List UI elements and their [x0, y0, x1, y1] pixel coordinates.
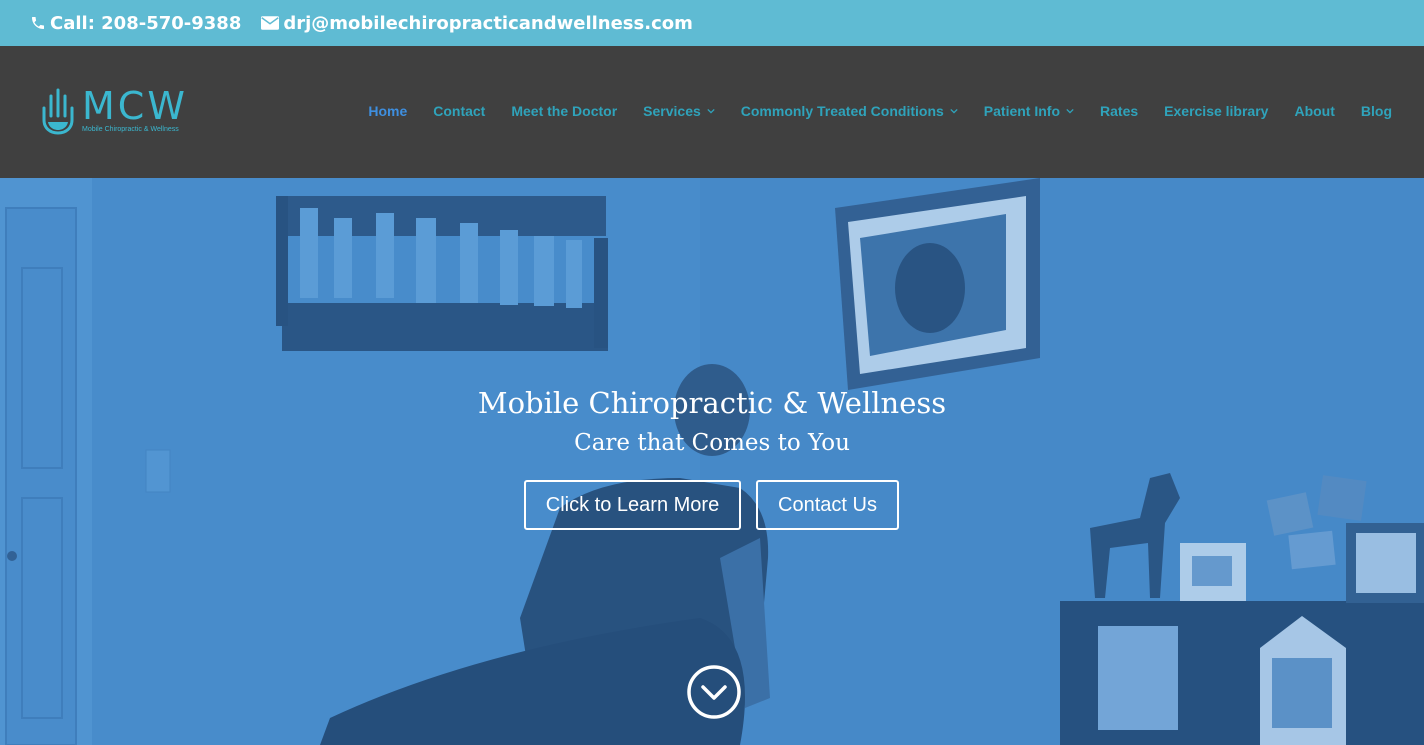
nav-home-label: Home	[368, 103, 408, 119]
nav-meet-the-doctor[interactable]: Meet the Doctor	[511, 103, 617, 119]
contact-us-button[interactable]: Contact Us	[756, 480, 899, 530]
nav-about[interactable]: About	[1294, 103, 1334, 119]
nav-rates-label: Rates	[1100, 103, 1139, 119]
logo-text: MCW Mobile Chiropractic & Wellness	[82, 86, 188, 133]
phone-link[interactable]: Call: 208-570-9388	[30, 13, 241, 34]
hero-subtitle: Care that Comes to You	[574, 430, 850, 456]
email-link[interactable]: drj@mobilechiropracticandwellness.com	[261, 13, 693, 34]
chevron-down-icon	[950, 108, 958, 114]
phone-text: Call: 208-570-9388	[50, 12, 242, 34]
logo-mark: MCW	[82, 84, 188, 128]
hero-background-image	[0, 178, 1424, 745]
nav-about-label: About	[1294, 103, 1335, 119]
nav-exercise-library-label: Exercise library	[1164, 103, 1269, 119]
site-header: MCW Mobile Chiropractic & Wellness Home …	[0, 46, 1424, 178]
nav-commonly-treated-conditions[interactable]: Commonly Treated Conditions	[741, 103, 958, 119]
nav-patient-info[interactable]: Patient Info	[984, 103, 1074, 119]
nav-exercise-library[interactable]: Exercise library	[1164, 103, 1268, 119]
hero-section: Mobile Chiropractic & Wellness Care that…	[0, 178, 1424, 745]
chevron-down-icon	[707, 108, 715, 114]
site-logo[interactable]: MCW Mobile Chiropractic & Wellness	[40, 86, 188, 136]
circle-chevron-down-icon[interactable]	[686, 664, 742, 720]
main-nav: Home Contact Meet the Doctor Services Co…	[342, 103, 1392, 119]
hero-title: Mobile Chiropractic & Wellness	[477, 386, 947, 420]
nav-services-label: Services	[643, 103, 701, 119]
nav-conditions-label: Commonly Treated Conditions	[740, 103, 944, 119]
nav-contact-label: Contact	[433, 103, 486, 119]
nav-blog[interactable]: Blog	[1361, 103, 1392, 119]
nav-meet-the-doctor-label: Meet the Doctor	[511, 103, 618, 119]
top-contact-bar: Call: 208-570-9388 drj@mobilechiropracti…	[0, 0, 1424, 46]
envelope-icon	[261, 16, 280, 30]
email-text: drj@mobilechiropracticandwellness.com	[283, 12, 693, 34]
nav-services[interactable]: Services	[643, 103, 715, 119]
phone-icon	[32, 17, 44, 29]
logo-tagline: Mobile Chiropractic & Wellness	[82, 126, 179, 133]
nav-blog-label: Blog	[1360, 103, 1392, 119]
nav-home[interactable]: Home	[368, 103, 407, 119]
learn-more-button[interactable]: Click to Learn More	[524, 480, 741, 530]
hand-icon	[42, 88, 74, 135]
nav-rates[interactable]: Rates	[1100, 103, 1138, 119]
nav-patient-info-label: Patient Info	[983, 103, 1061, 119]
nav-contact[interactable]: Contact	[433, 103, 485, 119]
chevron-down-icon	[1066, 108, 1074, 114]
